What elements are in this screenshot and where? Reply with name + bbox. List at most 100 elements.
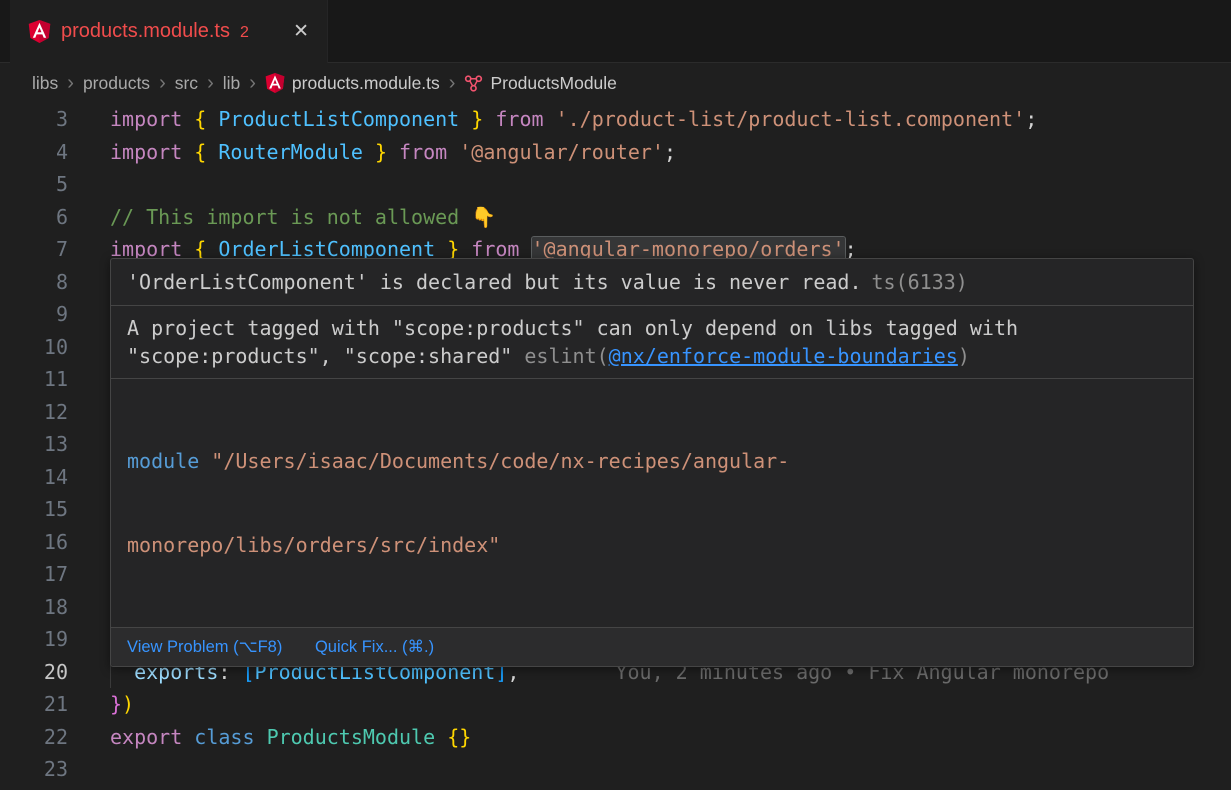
hover-ts-message: 'OrderListComponent' is declared but its… — [111, 259, 1193, 305]
error-source: ts(6133) — [872, 270, 968, 294]
code-line-3: 3import { ProductListComponent } from '.… — [0, 103, 1231, 136]
code-token: { — [194, 107, 206, 131]
tab-title: products.module.ts — [61, 20, 230, 43]
line-content[interactable]: import { RouterModule } from '@angular/r… — [100, 136, 1231, 169]
code-token: from — [399, 140, 447, 164]
code-token: from — [495, 107, 543, 131]
code-token: './product-list/product-list.component' — [556, 107, 1026, 131]
code-line-21: 21}) — [0, 688, 1231, 721]
line-content[interactable] — [100, 168, 1231, 201]
chevron-right-icon: › — [207, 73, 214, 93]
line-number[interactable]: 14 — [0, 461, 100, 494]
breadcrumb-item-src[interactable]: src — [175, 73, 198, 94]
code-token: export — [110, 725, 182, 749]
code-line-22: 22export class ProductsModule {} — [0, 721, 1231, 754]
code-token: 👇 — [471, 205, 496, 229]
code-token — [182, 725, 194, 749]
hover-status-bar: View Problem (⌥F8) Quick Fix... (⌘.) — [111, 627, 1193, 666]
angular-icon — [28, 20, 51, 43]
eslint-message-line1: A project tagged with "scope:products" c… — [127, 314, 1177, 342]
line-number[interactable]: 8 — [0, 266, 100, 299]
chevron-right-icon: › — [67, 73, 74, 93]
code-token: } — [110, 692, 122, 716]
code-line-6: 6// This import is not allowed 👇 — [0, 201, 1231, 234]
code-token: '@angular/router' — [459, 140, 664, 164]
breadcrumb-item-symbol[interactable]: ProductsModule — [464, 73, 616, 94]
code-token: import — [110, 140, 182, 164]
code-token — [387, 140, 399, 164]
code-token — [447, 140, 459, 164]
line-number[interactable]: 21 — [0, 688, 100, 721]
line-number[interactable]: 3 — [0, 103, 100, 136]
code-token — [435, 725, 447, 749]
code-line-4: 4import { RouterModule } from '@angular/… — [0, 136, 1231, 169]
line-content[interactable] — [100, 753, 1231, 786]
code-token — [182, 140, 194, 164]
code-token — [255, 725, 267, 749]
breadcrumb: libs › products › src › lib › products.m… — [0, 63, 1231, 103]
line-content[interactable]: export class ProductsModule {} — [100, 721, 1231, 754]
line-content[interactable]: }) — [100, 688, 1231, 721]
code-token — [483, 107, 495, 131]
code-token — [206, 140, 218, 164]
code-line-23: 23 — [0, 753, 1231, 786]
code-token: ; — [1025, 107, 1037, 131]
module-symbol-icon — [464, 74, 483, 93]
view-problem-action[interactable]: View Problem (⌥F8) — [127, 638, 282, 656]
code-token: } — [375, 140, 387, 164]
code-token: // This import is not allowed — [110, 205, 471, 229]
tab-bar: products.module.ts 2 ✕ — [0, 0, 1231, 63]
code-token — [459, 107, 471, 131]
code-token: import — [110, 107, 182, 131]
code-token — [182, 107, 194, 131]
code-token: ) — [122, 692, 134, 716]
breadcrumb-item-lib[interactable]: lib — [223, 73, 241, 94]
hover-module-info: module "/Users/isaac/Documents/code/nx-r… — [111, 378, 1193, 627]
code-token: ; — [664, 140, 676, 164]
code-token: class — [194, 725, 254, 749]
chevron-right-icon: › — [249, 73, 256, 93]
line-number[interactable]: 11 — [0, 363, 100, 396]
code-token — [363, 140, 375, 164]
breadcrumb-item-libs[interactable]: libs — [32, 73, 58, 94]
line-number[interactable]: 10 — [0, 331, 100, 364]
line-number[interactable]: 18 — [0, 591, 100, 624]
line-number[interactable]: 20 — [0, 656, 100, 689]
line-number[interactable]: 7 — [0, 233, 100, 266]
tab-products-module[interactable]: products.module.ts 2 ✕ — [10, 0, 328, 63]
line-number[interactable]: 6 — [0, 201, 100, 234]
code-token: {} — [447, 725, 471, 749]
line-content[interactable]: import { ProductListComponent } from './… — [100, 103, 1231, 136]
close-icon[interactable]: ✕ — [289, 20, 313, 43]
line-content[interactable]: // This import is not allowed 👇 — [100, 201, 1231, 234]
code-token: ProductListComponent — [218, 107, 459, 131]
line-number[interactable]: 15 — [0, 493, 100, 526]
code-token: ProductsModule — [267, 725, 436, 749]
code-line-5: 5 — [0, 168, 1231, 201]
quick-fix-action[interactable]: Quick Fix... (⌘.) — [315, 638, 434, 656]
eslint-message-line2: "scope:products", "scope:shared" eslint(… — [127, 342, 1177, 370]
breadcrumb-item-products[interactable]: products — [83, 73, 150, 94]
line-number[interactable]: 9 — [0, 298, 100, 331]
code-token: } — [471, 107, 483, 131]
code-token — [206, 107, 218, 131]
chevron-right-icon: › — [159, 73, 166, 93]
line-number[interactable]: 4 — [0, 136, 100, 169]
hover-widget: 'OrderListComponent' is declared but its… — [110, 258, 1194, 667]
line-number[interactable]: 17 — [0, 558, 100, 591]
line-number[interactable]: 13 — [0, 428, 100, 461]
breadcrumb-item-file[interactable]: products.module.ts — [265, 73, 440, 94]
code-token: RouterModule — [218, 140, 363, 164]
code-token: { — [194, 140, 206, 164]
line-number[interactable]: 12 — [0, 396, 100, 429]
angular-icon — [265, 73, 285, 93]
error-message-text: 'OrderListComponent' is declared but its… — [127, 270, 862, 294]
eslint-rule-link[interactable]: @nx/enforce-module-boundaries — [609, 344, 958, 368]
code-token — [544, 107, 556, 131]
line-number[interactable]: 16 — [0, 526, 100, 559]
hover-eslint-message: A project tagged with "scope:products" c… — [111, 305, 1193, 378]
line-number[interactable]: 5 — [0, 168, 100, 201]
line-number[interactable]: 19 — [0, 623, 100, 656]
line-number[interactable]: 23 — [0, 753, 100, 786]
line-number[interactable]: 22 — [0, 721, 100, 754]
